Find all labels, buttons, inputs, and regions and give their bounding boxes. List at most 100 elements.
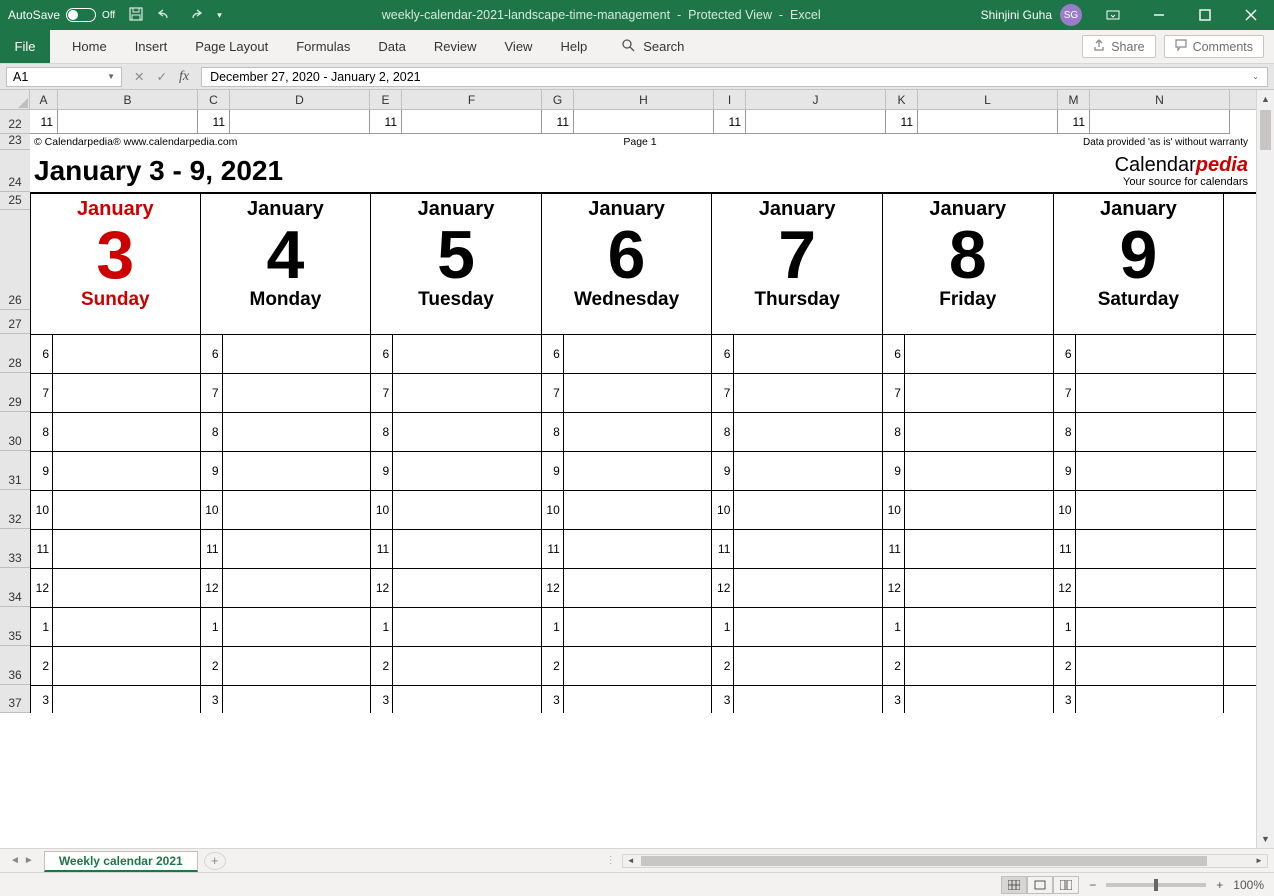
row-header[interactable]: 27 (0, 310, 30, 334)
zoom-slider[interactable] (1106, 883, 1206, 887)
select-all-corner[interactable] (0, 90, 30, 110)
column-header[interactable]: L (918, 90, 1058, 109)
hour-cell[interactable]: 2 (1054, 647, 1225, 685)
hour-cell[interactable]: 2 (371, 647, 542, 685)
column-header[interactable]: A (30, 90, 58, 109)
hour-cell[interactable]: 7 (201, 374, 372, 412)
column-header[interactable]: C (198, 90, 230, 109)
hour-cell[interactable]: 9 (1054, 452, 1225, 490)
cell[interactable] (1090, 110, 1230, 134)
row-header[interactable]: 36 (0, 646, 30, 685)
cell[interactable] (58, 110, 198, 134)
hour-cell[interactable]: 12 (201, 569, 372, 607)
expand-formula-icon[interactable]: ⌄ (1252, 72, 1259, 81)
cell[interactable] (574, 110, 714, 134)
tab-help[interactable]: Help (546, 30, 601, 63)
hour-cell[interactable]: 12 (712, 569, 883, 607)
hour-cell[interactable]: 7 (542, 374, 713, 412)
minimize-icon[interactable] (1136, 0, 1182, 30)
hour-cell[interactable]: 8 (371, 413, 542, 451)
namebox-dropdown-icon[interactable]: ▼ (107, 72, 115, 81)
column-header[interactable]: D (230, 90, 370, 109)
row-header[interactable]: 29 (0, 373, 30, 412)
hour-cell[interactable]: 8 (712, 413, 883, 451)
hour-cell[interactable]: 3 (371, 686, 542, 713)
column-header[interactable]: J (746, 90, 886, 109)
tab-formulas[interactable]: Formulas (282, 30, 364, 63)
zoom-level[interactable]: 100% (1233, 878, 1264, 892)
hour-cell[interactable]: 1 (712, 608, 883, 646)
sheet-tab-active[interactable]: Weekly calendar 2021 (44, 851, 198, 872)
hour-cell[interactable]: 6 (201, 335, 372, 373)
cell[interactable]: 11 (714, 110, 746, 134)
hour-cell[interactable]: 3 (201, 686, 372, 713)
zoom-out-button[interactable]: − (1089, 878, 1096, 892)
column-header[interactable]: K (886, 90, 918, 109)
hour-cell[interactable]: 3 (883, 686, 1054, 713)
hour-cell[interactable]: 7 (712, 374, 883, 412)
scroll-down-icon[interactable]: ▼ (1257, 830, 1274, 848)
tab-page-layout[interactable]: Page Layout (181, 30, 282, 63)
cell[interactable] (918, 110, 1058, 134)
hour-cell[interactable]: 9 (883, 452, 1054, 490)
cell-area[interactable]: 11111111111111© Calendarpedia® www.calen… (30, 110, 1256, 713)
hour-cell[interactable]: 12 (371, 569, 542, 607)
hour-cell[interactable]: 11 (712, 530, 883, 568)
hour-cell[interactable]: 7 (1054, 374, 1225, 412)
fx-icon[interactable]: fx (179, 69, 189, 85)
row-header[interactable]: 23 (0, 134, 30, 150)
hour-cell[interactable]: 11 (1054, 530, 1225, 568)
cell[interactable] (746, 110, 886, 134)
hour-cell[interactable]: 10 (1054, 491, 1225, 529)
hour-cell[interactable]: 6 (542, 335, 713, 373)
add-sheet-button[interactable]: + (204, 852, 226, 870)
row-header[interactable]: 35 (0, 607, 30, 646)
column-header[interactable]: I (714, 90, 746, 109)
hour-cell[interactable]: 9 (201, 452, 372, 490)
scroll-thumb[interactable] (1260, 110, 1271, 150)
search-box[interactable]: Search (621, 38, 684, 55)
hour-cell[interactable]: 12 (883, 569, 1054, 607)
column-header[interactable]: N (1090, 90, 1230, 109)
hour-cell[interactable]: 8 (1054, 413, 1225, 451)
column-header[interactable]: F (402, 90, 542, 109)
hour-cell[interactable]: 2 (30, 647, 201, 685)
hour-cell[interactable]: 1 (201, 608, 372, 646)
hour-cell[interactable]: 10 (371, 491, 542, 529)
hour-cell[interactable]: 2 (201, 647, 372, 685)
tab-review[interactable]: Review (420, 30, 491, 63)
cell[interactable] (230, 110, 370, 134)
row-header[interactable]: 26 (0, 210, 30, 310)
row-header[interactable]: 33 (0, 529, 30, 568)
hour-cell[interactable]: 10 (30, 491, 201, 529)
share-button[interactable]: Share (1082, 35, 1155, 58)
zoom-in-button[interactable]: + (1216, 878, 1223, 892)
column-header[interactable]: H (574, 90, 714, 109)
hour-cell[interactable]: 3 (712, 686, 883, 713)
ribbon-options-icon[interactable] (1090, 0, 1136, 30)
row-header[interactable]: 24 (0, 150, 30, 192)
tab-home[interactable]: Home (58, 30, 121, 63)
hour-cell[interactable]: 1 (30, 608, 201, 646)
cell[interactable] (402, 110, 542, 134)
hour-cell[interactable]: 8 (883, 413, 1054, 451)
hour-cell[interactable]: 11 (30, 530, 201, 568)
row-header[interactable]: 30 (0, 412, 30, 451)
cancel-formula-icon[interactable]: ✕ (134, 69, 144, 84)
hour-cell[interactable]: 3 (30, 686, 201, 713)
cell[interactable]: 11 (30, 110, 58, 134)
cell[interactable]: 11 (198, 110, 230, 134)
hour-cell[interactable]: 6 (30, 335, 201, 373)
column-header[interactable]: M (1058, 90, 1090, 109)
hour-cell[interactable]: 12 (542, 569, 713, 607)
formula-input[interactable]: December 27, 2020 - January 2, 2021 ⌄ (201, 67, 1268, 87)
horizontal-scrollbar[interactable]: ◄ ► (622, 854, 1268, 868)
redo-icon[interactable] (187, 7, 203, 24)
hour-cell[interactable]: 2 (542, 647, 713, 685)
tab-data[interactable]: Data (364, 30, 419, 63)
hour-cell[interactable]: 9 (542, 452, 713, 490)
comments-button[interactable]: Comments (1164, 35, 1264, 58)
page-layout-view-icon[interactable] (1027, 876, 1053, 894)
name-box[interactable]: A1 ▼ (6, 67, 122, 87)
hour-cell[interactable]: 7 (30, 374, 201, 412)
